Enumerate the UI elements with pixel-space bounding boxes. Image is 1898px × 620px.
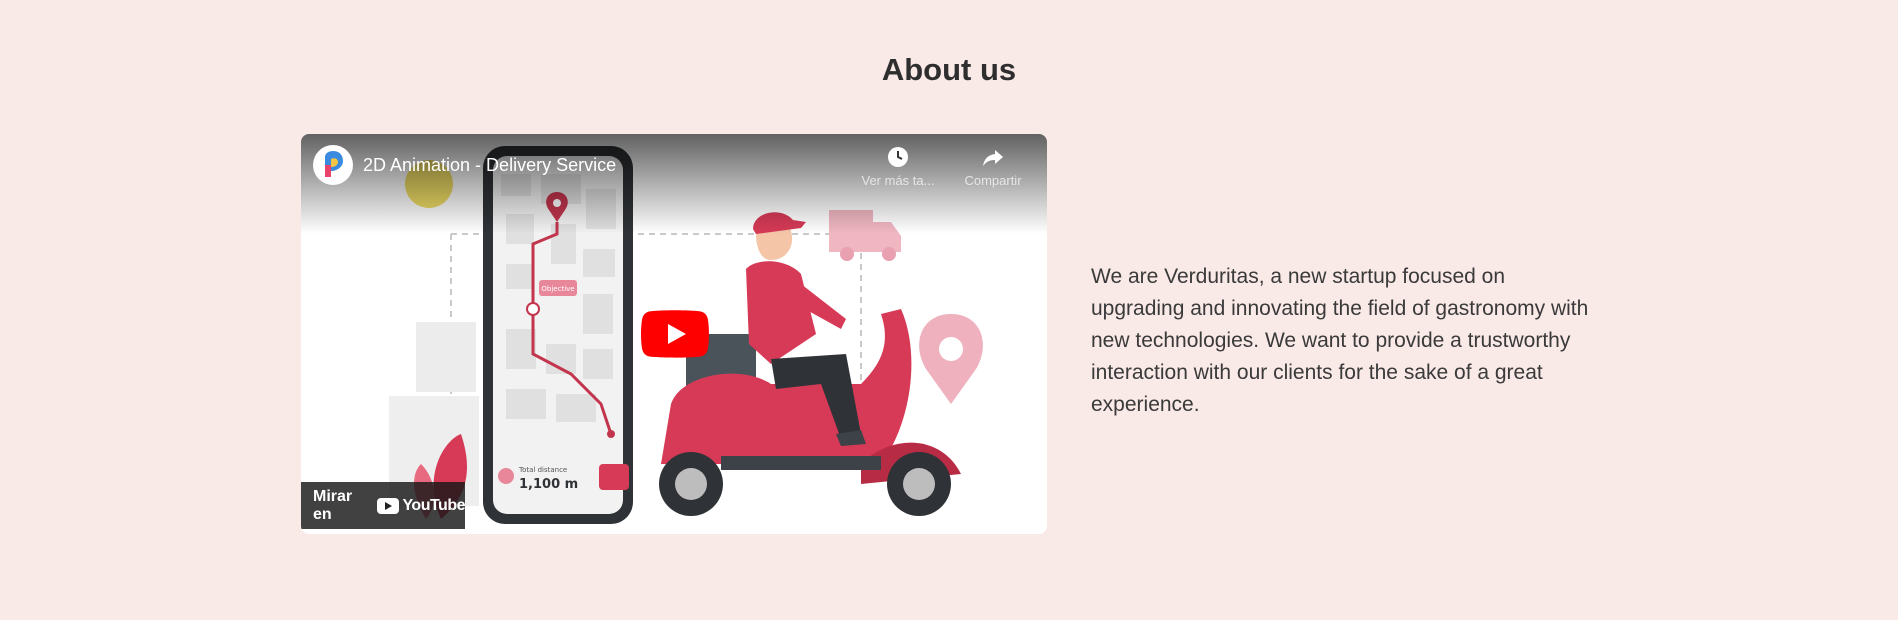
clock-icon — [888, 147, 908, 167]
section-title: About us — [881, 52, 1017, 87]
share-icon — [983, 150, 1003, 166]
about-section: About us Objective Total distance 1,100 … — [0, 0, 1898, 620]
watch-on-youtube-button[interactable]: Mirar en YouTube — [301, 482, 465, 529]
video-title[interactable]: 2D Animation - Delivery Service — [363, 155, 616, 176]
share-label: Compartir — [964, 173, 1022, 188]
play-button[interactable] — [641, 310, 709, 358]
svg-text:1,100 m: 1,100 m — [519, 477, 578, 492]
svg-text:Total distance: Total distance — [518, 466, 567, 474]
watch-later-label: Ver más ta... — [861, 173, 935, 188]
watch-later-button[interactable]: Ver más ta... — [858, 145, 938, 188]
youtube-play-icon — [377, 497, 400, 514]
share-button[interactable]: Compartir — [953, 145, 1033, 188]
channel-avatar[interactable] — [313, 145, 353, 185]
youtube-wordmark: YouTube — [402, 496, 465, 514]
channel-logo-icon — [316, 148, 350, 182]
svg-text:Objective: Objective — [541, 285, 574, 293]
video-embed[interactable]: Objective Total distance 1,100 m 2D Anim… — [301, 134, 1047, 534]
about-description: We are Verduritas, a new startup focused… — [1091, 265, 1589, 416]
watch-on-label: Mirar en — [313, 487, 353, 523]
youtube-logo: YouTube — [377, 497, 465, 515]
